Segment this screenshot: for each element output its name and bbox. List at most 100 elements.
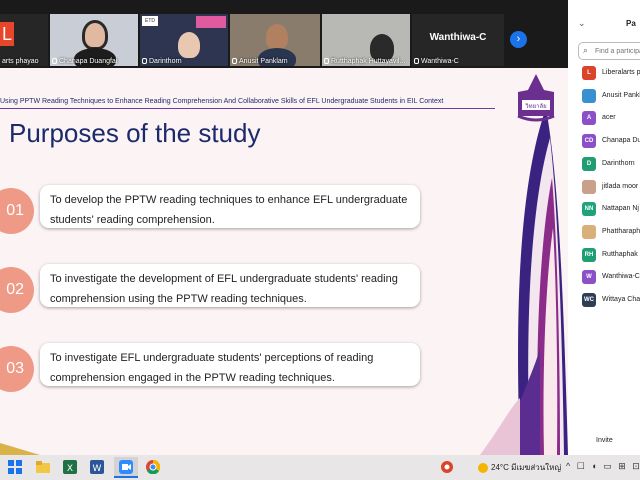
participant-item[interactable]: Phattharaph	[582, 224, 640, 239]
video-tile-liberalarts[interactable]: L arts phayao	[0, 14, 48, 66]
participant-item[interactable]: jitlada moor	[582, 179, 640, 194]
video-tile-anusit[interactable]: Anusit Panklam	[230, 14, 320, 66]
start-icon[interactable]	[8, 460, 22, 474]
video-tile-wanthiwa[interactable]: Wanthiwa-C Wanthiwa-C	[412, 14, 504, 66]
participant-video	[266, 24, 288, 50]
participant-name-label: Anusit Panklam	[239, 58, 288, 65]
avatar: CD	[582, 134, 596, 149]
next-page-button[interactable]: ›	[510, 31, 527, 48]
shared-slide: วิทยาลัย Using PPTW Reading Techniques t…	[0, 68, 568, 455]
participant-name: Wittaya Cha	[602, 296, 640, 303]
participant-name-label: arts phayao	[2, 58, 39, 65]
mic-icon	[142, 58, 147, 65]
word-icon[interactable]: W	[90, 460, 104, 474]
participant-item[interactable]: W Wanthiwa-C	[582, 270, 640, 285]
search-input[interactable]	[595, 45, 640, 57]
list-item: 01 To develop the PPTW reading technique…	[0, 185, 430, 235]
item-text: To investigate the development of EFL un…	[50, 273, 398, 285]
participant-item[interactable]: CD Chanapa Du	[582, 134, 640, 149]
participant-item[interactable]: WC Wittaya Cha	[582, 293, 640, 307]
university-seal-icon: วิทยาลัย	[517, 74, 555, 122]
slide-title: Purposes of the study	[9, 118, 261, 148]
mic-icon	[232, 58, 237, 65]
svg-text:W: W	[93, 464, 102, 474]
participant-item[interactable]: Anusit Pankl	[582, 88, 640, 103]
item-text: comprehension engaged in the PPTW readin…	[50, 372, 335, 384]
participant-item[interactable]: RH Rutthaphak	[582, 247, 640, 262]
participant-video	[178, 32, 200, 58]
avatar: L	[0, 22, 14, 46]
search-box[interactable]: ⌕	[578, 42, 640, 60]
item-text: To investigate EFL undergraduate student…	[50, 352, 374, 364]
taskbar: X W 24°C มีเมฆส่วนใหญ่ ^ ☐ ◖ ▭ ⊞ ⊡ 🔊	[0, 455, 640, 480]
search-icon: ⌕	[583, 45, 589, 55]
chevron-down-icon[interactable]: ⌄	[578, 18, 586, 29]
list-item: 03 To investigate EFL undergraduate stud…	[0, 343, 430, 393]
item-text: To develop the PPTW reading techniques t…	[50, 194, 408, 206]
zoom-icon[interactable]	[119, 460, 133, 474]
divider	[0, 108, 495, 109]
participant-name: Darinthorn	[602, 159, 635, 167]
participant-name: Liberalarts p	[602, 69, 640, 76]
folder-icon[interactable]	[36, 460, 50, 474]
sun-icon	[478, 462, 488, 473]
avatar: A	[582, 111, 596, 126]
participant-name: Chanapa Du	[602, 137, 640, 145]
video-tile-darinthorn[interactable]: ETD Darinthorn	[140, 14, 228, 66]
item-text: students' reading comprehension.	[50, 214, 215, 226]
system-tray[interactable]: ^ ☐ ◖ ▭ ⊞ ⊡ 🔊	[566, 461, 640, 472]
mic-icon	[414, 58, 419, 65]
list-item: 02 To investigate the development of EFL…	[0, 264, 430, 314]
participant-item[interactable]: L Liberalarts p	[582, 66, 640, 80]
item-number-badge: 01	[0, 188, 34, 234]
avatar: D	[582, 156, 596, 171]
participant-name-label: Wanthiwa-C	[421, 58, 459, 65]
participant-name: Rutthaphak	[602, 250, 638, 258]
participant-name: Wanthiwa-C	[602, 273, 640, 281]
avatar	[582, 179, 596, 194]
participant-video	[82, 20, 108, 50]
svg-text:X: X	[67, 464, 73, 474]
weather-text: 24°C มีเมฆส่วนใหญ่	[491, 463, 562, 472]
logo-icon: ETD	[142, 16, 158, 26]
video-tile-chanapa[interactable]: Chanapa Duangfai	[50, 14, 138, 66]
participant-name: Anusit Pankl	[602, 91, 640, 99]
participant-name-label: Darinthorn	[149, 58, 182, 65]
participant-name: jitlada moor	[602, 182, 639, 190]
chrome-icon[interactable]	[146, 460, 160, 474]
avatar: NN	[582, 202, 596, 217]
video-strip: L arts phayao Chanapa Duangfai ETD Darin…	[0, 0, 568, 68]
weather-widget[interactable]: 24°C มีเมฆส่วนใหญ่	[478, 461, 561, 474]
item-card: To investigate EFL undergraduate student…	[40, 343, 420, 386]
background-poster	[196, 16, 226, 28]
panel-title: Pa	[626, 19, 636, 28]
participant-item[interactable]: NN Nattapan Nj	[582, 202, 640, 217]
mic-icon	[324, 58, 329, 65]
invite-button[interactable]: Invite	[596, 437, 613, 444]
app-tray-icon[interactable]	[440, 460, 454, 474]
participant-featured-name: Wanthiwa-C	[429, 32, 487, 43]
avatar: W	[582, 270, 596, 285]
item-card: To develop the PPTW reading techniques t…	[40, 185, 420, 228]
participants-panel: ⌄ Pa ⌕ L Liberalarts p Anusit Pankl Aacer CD…	[568, 0, 640, 455]
participant-name: Nattapan Nj	[602, 205, 639, 213]
item-number-badge: 03	[0, 346, 34, 392]
excel-icon[interactable]: X	[63, 460, 77, 474]
slide-header: Using PPTW Reading Techniques to Enhance…	[0, 98, 444, 105]
seal-text: วิทยาลัย	[525, 103, 547, 110]
participant-item[interactable]: D Darinthorn	[582, 156, 640, 171]
avatar: RH	[582, 247, 596, 262]
mic-icon	[52, 58, 57, 65]
participant-item[interactable]: Aacer	[582, 111, 640, 126]
avatar: WC	[582, 293, 596, 307]
participant-name-label: Chanapa Duangfai	[59, 58, 118, 65]
item-number-badge: 02	[0, 267, 34, 313]
participant-name: acer	[602, 114, 616, 122]
avatar: L	[582, 66, 596, 80]
item-text: comprehension using the PPTW reading tec…	[50, 293, 307, 305]
video-tile-rutthaphak[interactable]: Rutthaphak Huttayavil...	[322, 14, 410, 66]
participant-name: Phattharaph	[602, 227, 640, 235]
decorative-arch	[480, 108, 568, 455]
participant-name-label: Rutthaphak Huttayavil...	[331, 58, 406, 65]
avatar	[582, 88, 596, 103]
